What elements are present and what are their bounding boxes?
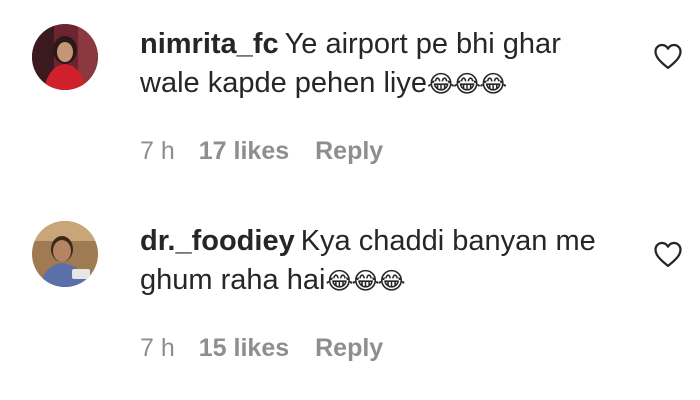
avatar[interactable]: [32, 221, 98, 287]
emoji: 😂😂😂: [426, 70, 507, 98]
comment-2: dr._foodiey Kya chaddi banyan me ghum rah…: [0, 190, 700, 400]
comment-text: nimrita_fc Ye airport pe bhi ghar wale ka…: [140, 25, 620, 104]
like-button[interactable]: [653, 240, 683, 268]
reply-button[interactable]: Reply: [315, 137, 383, 166]
profile-photo-icon: [32, 24, 98, 90]
emoji: 😂😂😂: [325, 267, 405, 295]
comment-meta: 7 h 17 likes Reply: [140, 137, 383, 166]
heart-outline-icon: [654, 241, 682, 267]
likes-count[interactable]: 17 likes: [199, 137, 289, 166]
reply-button[interactable]: Reply: [315, 334, 383, 363]
heart-outline-icon: [654, 43, 682, 69]
timestamp[interactable]: 7 h: [140, 334, 175, 363]
comment-meta: 7 h 15 likes Reply: [140, 334, 383, 363]
avatar[interactable]: [32, 24, 98, 90]
likes-count[interactable]: 15 likes: [199, 334, 289, 363]
profile-photo-icon: [32, 221, 98, 287]
username[interactable]: nimrita_fc: [140, 28, 279, 60]
comment-1: nimrita_fc Ye airport pe bhi ghar wale ka…: [0, 0, 700, 190]
username[interactable]: dr._foodiey: [140, 225, 295, 257]
comment-text: dr._foodiey Kya chaddi banyan me ghum rah…: [140, 222, 620, 301]
like-button[interactable]: [653, 42, 683, 70]
timestamp[interactable]: 7 h: [140, 137, 175, 166]
